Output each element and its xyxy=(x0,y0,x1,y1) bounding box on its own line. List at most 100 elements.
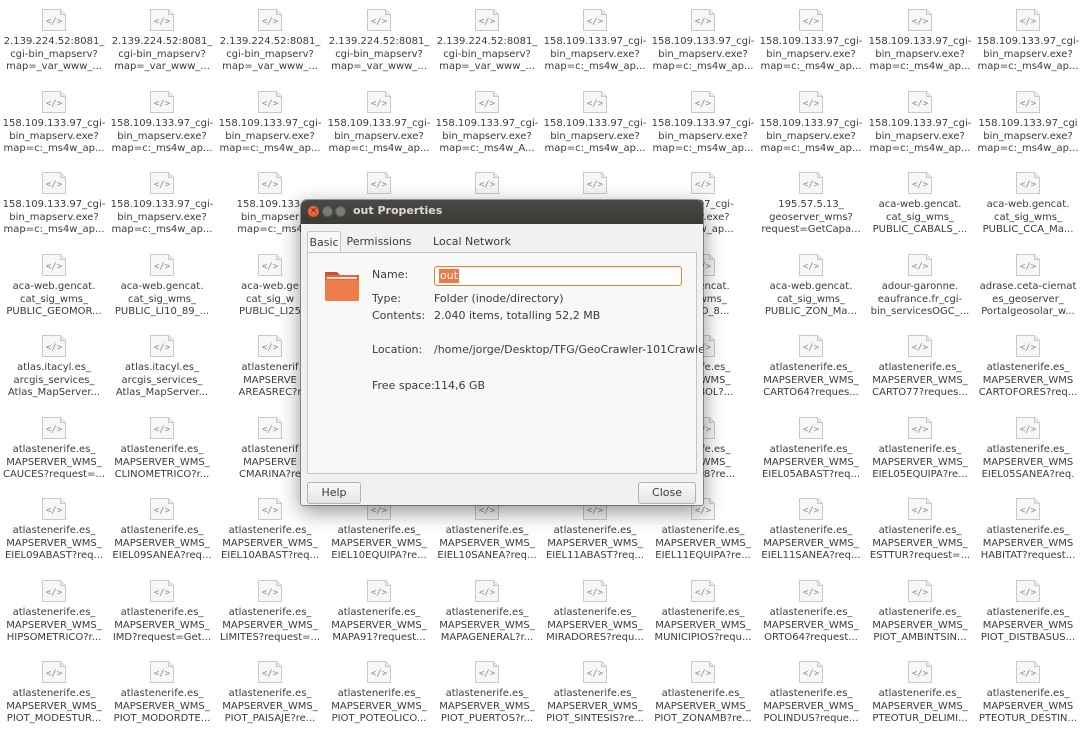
file-item[interactable]: </> atlastenerife.es_ MAPSERVER_WMS PIOT_… xyxy=(974,576,1082,662)
file-item[interactable]: </> atlastenerife.es_ MAPSERVER_WMS_ LIMI… xyxy=(216,576,324,662)
close-button[interactable]: Close xyxy=(638,482,696,504)
file-item[interactable]: </> adour-garonne. eaufrance.fr_cgi- bin_… xyxy=(866,250,974,336)
file-item[interactable]: </> aca-web.gencat. cat_sig_wms_ PUBLIC_G… xyxy=(0,250,108,336)
file-item[interactable]: </> atlastenerife.es_ MAPSERVER_WMS_ PIOT… xyxy=(649,657,757,743)
svg-text:</>: </> xyxy=(912,343,929,353)
file-name: adour-garonne. eaufrance.fr_cgi- bin_ser… xyxy=(870,281,970,317)
file-item[interactable]: </> 158.109.133.97_cgi- bin_mapserv.exe? … xyxy=(974,5,1082,91)
file-item[interactable]: </> atlastenerife.es_ MAPSERVER_WMS_ PTEO… xyxy=(866,657,974,743)
file-item[interactable]: </> 195.57.5.13_ geoserver_wms? request=G… xyxy=(757,168,865,254)
code-file-icon: </> xyxy=(797,416,825,440)
file-item[interactable]: </> atlastenerife.es_ MAPSERVER_WMS_ EIEL… xyxy=(757,413,865,499)
file-item[interactable]: </> atlastenerife.es_ MAPSERVER_WMS_ CLIN… xyxy=(108,413,216,499)
file-item[interactable]: </> atlastenerife.es_ MAPSERVER_WMS PTEOT… xyxy=(974,657,1082,743)
svg-text:</>: </> xyxy=(912,17,929,27)
file-item[interactable]: </> 158.109.133.97_cgi- bin_mapserv.exe? … xyxy=(649,5,757,91)
file-item[interactable]: </> atlastenerife.es_ MAPSERVER_WMS_ CART… xyxy=(757,331,865,417)
file-item[interactable]: </> atlastenerife.es_ MAPSERVER_WMS_ MAPA… xyxy=(433,576,541,662)
file-item[interactable]: </> 158.109.133.97_cgi- bin_mapserv.exe? … xyxy=(325,87,433,173)
file-item[interactable]: </> atlastenerife.es_ MAPSERVER_WMS_ POLI… xyxy=(757,657,865,743)
file-item[interactable]: </> aca-web.gencat. cat_sig_wms_ PUBLIC_Z… xyxy=(757,250,865,336)
name-input[interactable]: out xyxy=(434,266,682,286)
file-item[interactable]: </> atlastenerife.es_ MAPSERVER_WMS_ MAPA… xyxy=(325,576,433,662)
file-item[interactable]: </> atlastenerife.es_ MAPSERVER_WMS_ EIEL… xyxy=(0,494,108,580)
window-maximize-button[interactable] xyxy=(335,206,346,217)
file-item[interactable]: </> atlastenerife.es_ MAPSERVER_WMS_ ORTO… xyxy=(757,576,865,662)
file-item[interactable]: </> atlastenerife.es_ MAPSERVER_WMS_ EIEL… xyxy=(541,494,649,580)
location-value[interactable]: /home/jorge/Desktop/TFG/GeoCrawler-101Cr… xyxy=(434,343,703,356)
file-item[interactable]: </> atlastenerife.es_ MAPSERVER_WMS_ PIOT… xyxy=(216,657,324,743)
file-item[interactable]: </> atlastenerife.es_ MAPSERVER_WMS_ ESTT… xyxy=(866,494,974,580)
file-item[interactable]: </> 158.109.133.97_cgi- bin_mapserv.exe? … xyxy=(757,87,865,173)
code-file-icon: </> xyxy=(1014,579,1042,603)
file-item[interactable]: </> 158.109.133.97_cgi- bin_mapserv.exe? … xyxy=(866,87,974,173)
file-item[interactable]: </> 158.109.133.97_cgi- bin_mapserv.exe? … xyxy=(433,87,541,173)
file-item[interactable]: </> atlastenerife.es_ MAPSERVER_WMS_ CAUC… xyxy=(0,413,108,499)
file-item[interactable]: </> 2.139.224.52:8081_ cgi-bin_mapserv? m… xyxy=(108,5,216,91)
file-item[interactable]: </> adrase.ceta-ciemat es_geoserver_ Port… xyxy=(974,250,1082,336)
file-item[interactable]: </> atlas.itacyl.es_ arcgis_services_ Atl… xyxy=(0,331,108,417)
file-item[interactable]: </> atlastenerife.es_ MAPSERVER_WMS CARTO… xyxy=(974,331,1082,417)
file-item[interactable]: </> 158.109.133.97_cgi- bin_mapserv.exe? … xyxy=(0,87,108,173)
file-item[interactable]: </> atlastenerife.es_ MAPSERVER_WMS_ IMD?… xyxy=(108,576,216,662)
file-item[interactable]: </> atlastenerife.es_ MAPSERVER_WMS EIEL0… xyxy=(974,413,1082,499)
file-item[interactable]: </> atlastenerife.es_ MAPSERVER_WMS_ PIOT… xyxy=(541,657,649,743)
file-item[interactable]: </> atlastenerife.es_ MAPSERVER_WMS_ PIOT… xyxy=(325,657,433,743)
window-close-button[interactable]: × xyxy=(308,206,319,217)
file-item[interactable]: </> atlastenerife.es_ MAPSERVER_WMS_ EIEL… xyxy=(325,494,433,580)
file-item[interactable]: </> atlastenerife.es_ MAPSERVER_WMS_ EIEL… xyxy=(866,413,974,499)
code-file-icon: </> xyxy=(581,171,609,195)
code-file-icon: </> xyxy=(40,660,68,684)
file-item[interactable]: </> atlastenerife.es_ MAPSERVER_WMS_ EIEL… xyxy=(757,494,865,580)
file-item[interactable]: </> 2.139.224.52:8081_ cgi-bin_mapserv? m… xyxy=(433,5,541,91)
file-item[interactable]: </> 158.109.133.97_cgi- bin_mapserv.exe? … xyxy=(541,87,649,173)
file-item[interactable]: </> atlastenerife.es_ MAPSERVER_WMS_ EIEL… xyxy=(216,494,324,580)
file-item[interactable]: </> 2.139.224.52:8081_ cgi-bin_mapserv? m… xyxy=(325,5,433,91)
file-name: 195.57.5.13_ geoserver_wms? request=GetC… xyxy=(761,199,861,235)
code-file-icon: </> xyxy=(40,579,68,603)
file-item[interactable]: </> 158.109.133.97_cgi bin_mapserv.exe? m… xyxy=(974,87,1082,173)
file-item[interactable]: </> aca-web.gencat. cat_sig_wms_ PUBLIC_C… xyxy=(974,168,1082,254)
file-item[interactable]: </> aca-web.gencat. cat_sig_wms_ PUBLIC_C… xyxy=(866,168,974,254)
file-item[interactable]: </> atlastenerife.es_ MAPSERVER_WMS HABIT… xyxy=(974,494,1082,580)
svg-text:</>: </> xyxy=(695,17,712,27)
file-item[interactable]: </> 158.109.133.97_cgi- bin_mapserv.exe? … xyxy=(0,168,108,254)
file-item[interactable]: </> atlastenerife.es_ MAPSERVER_WMS_ CART… xyxy=(866,331,974,417)
file-name: atlastenerife.es_ MAPSERVER_WMS_ LIMITES… xyxy=(219,607,321,643)
file-item[interactable]: </> atlastenerife.es_ MAPSERVER_WMS_ EIEL… xyxy=(108,494,216,580)
file-name: atlastenerife.es_ MAPSERVER_WMS_ EIEL05A… xyxy=(761,444,861,480)
svg-text:</>: </> xyxy=(695,180,712,190)
help-button[interactable]: Help xyxy=(307,482,361,504)
file-item[interactable]: </> 158.109.133.97_cgi- bin_mapserv.exe? … xyxy=(866,5,974,91)
code-file-icon: </> xyxy=(797,497,825,521)
tab-local-network-share[interactable]: Local Network Share xyxy=(417,231,527,269)
file-item[interactable]: </> atlastenerife.es_ MAPSERVER_WMS_ PIOT… xyxy=(108,657,216,743)
file-item[interactable]: </> 158.109.133.97_cgi- bin_mapserv.exe? … xyxy=(757,5,865,91)
file-item[interactable]: </> atlastenerife.es_ MAPSERVER_WMS_ PIOT… xyxy=(433,657,541,743)
dialog-titlebar[interactable]: × out Properties xyxy=(301,200,703,224)
svg-text:</>: </> xyxy=(154,262,171,272)
file-item[interactable]: </> 158.109.133.97_cgi- bin_mapserv.exe? … xyxy=(649,87,757,173)
file-item[interactable]: </> 2.139.224.52:8081_ cgi-bin_mapserv? m… xyxy=(216,5,324,91)
file-name: atlastenerife.es_ MAPSERVER_WMS_ HIPSOME… xyxy=(6,607,102,643)
file-item[interactable]: </> 158.109.133.97_cgi- bin_mapserv.exe? … xyxy=(216,87,324,173)
file-item[interactable]: </> atlastenerife.es_ MAPSERVER_WMS_ HIPS… xyxy=(0,576,108,662)
file-name: atlastenerife.es_ MAPSERVER_WMS_ MAPA91?… xyxy=(331,607,427,643)
file-item[interactable]: </> atlastenerife.es_ MAPSERVER_WMS_ MIRA… xyxy=(541,576,649,662)
file-name: atlastenerife.es_ MAPSERVER_WMS_ PIOT_PU… xyxy=(439,688,535,724)
file-item[interactable]: </> atlastenerife.es_ MAPSERVER_WMS_ MUNI… xyxy=(649,576,757,662)
file-item[interactable]: </> atlastenerife.es_ MAPSERVER_WMS_ EIEL… xyxy=(649,494,757,580)
file-item[interactable]: </> 158.109.133.97_cgi- bin_mapserv.exe? … xyxy=(108,168,216,254)
file-item[interactable]: </> 2.139.224.52:8081_ cgi-bin_mapserv? m… xyxy=(0,5,108,91)
window-minimize-button[interactable] xyxy=(322,206,333,217)
file-item[interactable]: </> atlastenerife.es_ MAPSERVER_WMS_ PIOT… xyxy=(866,576,974,662)
tab-permissions[interactable]: Permissions xyxy=(345,231,413,252)
file-item[interactable]: </> aca-web.gencat. cat_sig_wms_ PUBLIC_L… xyxy=(108,250,216,336)
file-item[interactable]: </> atlas.itacyl.es_ arcgis_services_ Atl… xyxy=(108,331,216,417)
file-item[interactable]: </> atlastenerife.es_ MAPSERVER_WMS_ PIOT… xyxy=(0,657,108,743)
tab-basic[interactable]: Basic xyxy=(307,231,341,253)
file-item[interactable]: </> atlastenerife.es_ MAPSERVER_WMS_ EIEL… xyxy=(433,494,541,580)
file-item[interactable]: </> 158.109.133.97_cgi- bin_mapserv.exe? … xyxy=(108,87,216,173)
svg-text:</>: </> xyxy=(695,588,712,598)
file-item[interactable]: </> 158.109.133.97_cgi- bin_mapserv.exe? … xyxy=(541,5,649,91)
